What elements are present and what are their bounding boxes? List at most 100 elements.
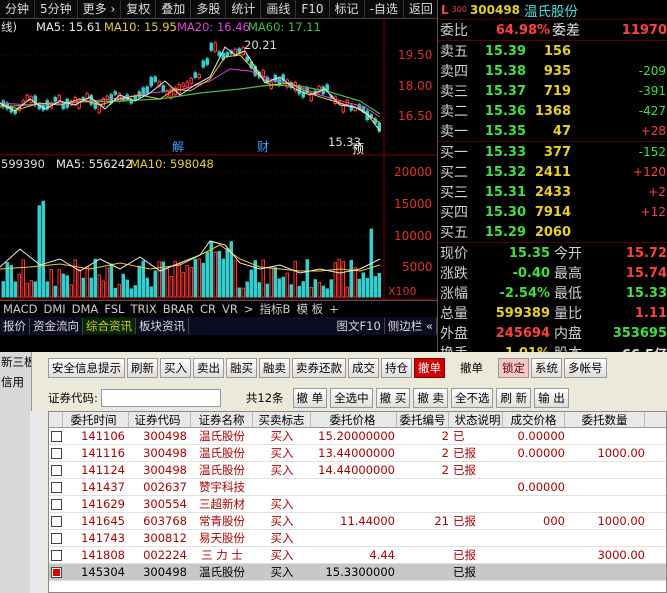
sell-button[interactable]: 卖出 (193, 358, 224, 378)
checkbox-icon[interactable] (50, 465, 62, 476)
code-input[interactable] (100, 389, 221, 407)
lock-button[interactable]: 锁定 (498, 358, 529, 378)
table-row[interactable]: 141808 002224 三 力 士 买入 4.44 已报 3000.00 (49, 547, 666, 564)
bid-row[interactable]: 买一 15.33 377 -152 (438, 142, 667, 162)
tab-fsl[interactable]: FSL (101, 302, 127, 316)
tab-news[interactable]: 综合资讯 (83, 318, 136, 334)
kline-chart[interactable]: 19.50 18.00 16.50 20000 15000 10000 5000… (0, 19, 437, 319)
cancel-button[interactable]: 撤 单 (292, 388, 328, 408)
table-row[interactable]: 141106 300498 温氏股份 买入 15.20000000 2 已 0.00000 (49, 428, 666, 445)
table-row[interactable]: 141437 002637 赞宇科技 0.00000 (49, 479, 666, 496)
tab-cr[interactable]: CR (197, 302, 219, 316)
security-tip-button[interactable]: 安全信息提示 (48, 358, 125, 378)
col-quantity[interactable]: 委托数量 (565, 412, 645, 427)
checkbox-icon[interactable] (50, 448, 62, 459)
col-deal-price[interactable]: 成交价格 (503, 412, 565, 427)
tab-macd[interactable]: MACD (0, 302, 40, 316)
refresh-button[interactable]: 刷新 (127, 358, 158, 378)
toolbar-restore-rights[interactable]: 复权 (121, 0, 157, 18)
ask-row[interactable]: 卖一 15.35 47 +28 (438, 121, 667, 141)
row-checkbox[interactable] (49, 429, 63, 443)
cancel-buy-button[interactable]: 撤 买 (375, 388, 411, 408)
cancel-order-tab[interactable]: 撤单 (414, 358, 445, 378)
row-checkbox[interactable] (49, 497, 63, 511)
nav-credit[interactable]: 信用 (0, 372, 31, 392)
checkbox-icon[interactable] (50, 567, 62, 578)
tab-sector-news[interactable]: 板块资讯 (136, 318, 189, 334)
toolbar-watchlist[interactable]: -自选 (365, 0, 404, 18)
table-row[interactable]: 141116 300498 温氏股份 买入 13.44000000 2 已报 0.00000 1… (49, 445, 666, 462)
margin-buy-button[interactable]: 融买 (226, 358, 257, 378)
checkbox-icon[interactable] (50, 550, 62, 561)
tab-add[interactable]: + (326, 302, 342, 316)
toolbar-more[interactable]: 更多 › (78, 0, 122, 18)
short-sell-button[interactable]: 融卖 (259, 358, 290, 378)
table-row[interactable]: 145304 300498 温氏股份 买入 15.3300000 已报 (49, 564, 666, 581)
checkbox-icon[interactable] (50, 482, 62, 493)
col-price[interactable]: 委托价格 (311, 412, 397, 427)
row-checkbox[interactable] (49, 548, 63, 562)
table-row[interactable]: 141124 300498 温氏股份 买入 14.44000000 2 已报 (49, 462, 666, 479)
checkbox-icon[interactable] (50, 533, 62, 544)
ask-row[interactable]: 卖二 15.36 1368 -427 (438, 101, 667, 121)
multi-account-button[interactable]: 多帐号 (564, 358, 607, 378)
vertical-scrollbar[interactable] (30, 411, 46, 593)
row-checkbox[interactable] (49, 514, 63, 528)
col-side[interactable]: 买卖标志 (253, 412, 311, 427)
positions-button[interactable]: 持仓 (381, 358, 412, 378)
col-status[interactable]: 状态说明 (449, 412, 503, 427)
toolbar-5min[interactable]: 5分钟 (35, 0, 78, 18)
tab-f10[interactable]: 图文F10 (334, 318, 385, 334)
tab-vr[interactable]: VR (219, 302, 241, 316)
bid-row[interactable]: 买四 15.30 7914 +12 (438, 202, 667, 222)
tab-template[interactable]: 模 板 (293, 301, 326, 317)
row-checkbox[interactable] (49, 446, 63, 460)
row-checkbox[interactable] (49, 565, 63, 579)
col-time[interactable]: 委托时间 (63, 412, 129, 427)
bid-row[interactable]: 买二 15.32 2411 +120 (438, 162, 667, 182)
toolbar-draw[interactable]: 画线 (261, 0, 297, 18)
buy-button[interactable]: 买入 (160, 358, 191, 378)
bid-row[interactable]: 买五 15.29 2060 (438, 222, 667, 242)
col-order-id[interactable]: 委托编号 (397, 412, 449, 427)
select-all-button[interactable]: 全选中 (330, 388, 373, 408)
deals-button[interactable]: 成交 (348, 358, 379, 378)
ask-row[interactable]: 卖四 15.38 935 -209 (438, 61, 667, 81)
tab-trix[interactable]: TRIX (127, 302, 159, 316)
checkbox-icon[interactable] (50, 499, 62, 510)
sell-repay-button[interactable]: 卖券还款 (292, 358, 346, 378)
tab-more-arrow[interactable]: > (241, 302, 257, 316)
table-row[interactable]: 141645 603768 常青股份 买入 11.44000 21 已报 000 1000.00 (49, 513, 666, 530)
toolbar-min[interactable]: 分钟 (0, 0, 36, 18)
tab-sidebar[interactable]: 侧边栏 « (385, 318, 437, 334)
toolbar-mark[interactable]: 标记 (330, 0, 365, 18)
event-yu[interactable]: 预 (352, 142, 364, 156)
toolbar-multi-stock[interactable]: 多股 (191, 0, 227, 18)
toolbar-overlay[interactable]: 叠加 (156, 0, 192, 18)
tab-dmi[interactable]: DMI (40, 302, 68, 316)
nav-new-third-board[interactable]: 新三板 (0, 352, 31, 372)
event-cai[interactable]: 财 (257, 140, 269, 154)
tab-dma[interactable]: DMA (69, 302, 102, 316)
refresh-list-button[interactable]: 刷 新 (496, 388, 532, 408)
event-jie[interactable]: 解 (172, 140, 184, 154)
table-row[interactable]: 141629 300554 三超新材 买入 (49, 496, 666, 513)
tab-indicator-b[interactable]: 指标B (257, 301, 294, 317)
tab-quote[interactable]: 报价 (0, 318, 30, 334)
col-code[interactable]: 证券代码 (129, 412, 191, 427)
toolbar-f10[interactable]: F10 (296, 0, 330, 18)
bid-row[interactable]: 买三 15.31 2433 +2 (438, 182, 667, 202)
row-checkbox[interactable] (49, 531, 63, 545)
row-checkbox[interactable] (49, 480, 63, 494)
tab-capital-flow[interactable]: 资金流向 (30, 318, 83, 334)
ask-row[interactable]: 卖五 15.39 156 (438, 41, 667, 61)
select-none-button[interactable]: 全不选 (450, 388, 494, 408)
tab-brar[interactable]: BRAR (160, 302, 197, 316)
checkbox-icon[interactable] (50, 516, 62, 527)
toolbar-back[interactable]: 返回 (404, 0, 439, 18)
ask-row[interactable]: 卖三 15.37 719 -391 (438, 81, 667, 101)
cancel-sell-button[interactable]: 撤 卖 (413, 388, 448, 408)
checkbox-icon[interactable] (50, 431, 62, 442)
toolbar-stats[interactable]: 统计 (226, 0, 262, 18)
row-checkbox[interactable] (49, 463, 63, 477)
